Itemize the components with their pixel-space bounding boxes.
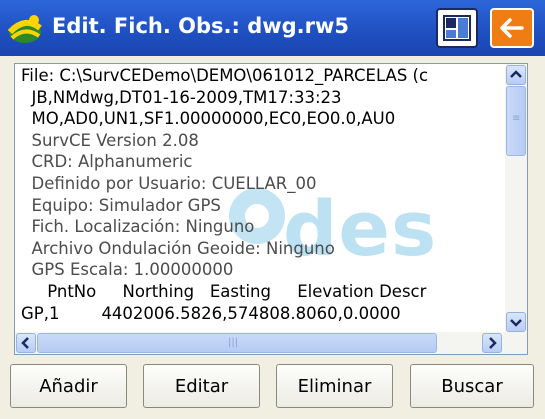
content-line: MO,AD0,UN1,SF1.00000000,EC0,EO0.0,AU0 bbox=[21, 109, 396, 129]
scroll-up-button[interactable] bbox=[506, 65, 526, 85]
view-toggle-button[interactable] bbox=[436, 8, 478, 48]
back-arrow-icon bbox=[500, 18, 524, 38]
content-line: Definido por Usuario: CUELLAR_00 bbox=[21, 174, 317, 193]
chevron-up-icon bbox=[510, 70, 522, 78]
content-line: GPS Escala: 1.00000000 bbox=[21, 260, 234, 280]
content-line: Equipo: Simulador GPS bbox=[21, 195, 221, 215]
content-line: Archivo Ondulación Geoide: Ninguno bbox=[21, 238, 335, 258]
scroll-right-button[interactable] bbox=[482, 333, 502, 353]
content-line: JB,NMdwg,DT01-16-2009,TM17:33:23 bbox=[21, 87, 342, 107]
vertical-scroll-thumb[interactable]: ≡ bbox=[506, 86, 526, 156]
edit-button[interactable]: Editar bbox=[143, 364, 260, 408]
horizontal-scroll-thumb[interactable]: ||| bbox=[37, 333, 437, 353]
action-button-row: Añadir Editar Eliminar Buscar bbox=[10, 364, 534, 408]
horizontal-scrollbar[interactable]: ||| bbox=[15, 332, 527, 354]
search-button[interactable]: Buscar bbox=[410, 364, 534, 408]
delete-button[interactable]: Eliminar bbox=[276, 364, 393, 408]
window-title: Edit. Fich. Obs.: dwg.rw5 bbox=[52, 14, 350, 38]
content-line: PntNo Northing Easting Elevation Descr bbox=[21, 282, 427, 301]
content-line: File: C:\SurvCEDemo\DEMO\061012_PARCELAS… bbox=[21, 66, 429, 85]
content-line: CRD: Alphanumeric bbox=[21, 152, 193, 172]
file-content-lines: File: C:\SurvCEDemo\DEMO\061012_PARCELAS… bbox=[15, 64, 505, 334]
vertical-scrollbar[interactable]: ≡ bbox=[505, 64, 527, 334]
title-bar: Edit. Fich. Obs.: dwg.rw5 bbox=[0, 0, 545, 56]
scroll-down-button[interactable] bbox=[506, 312, 526, 332]
add-button[interactable]: Añadir bbox=[10, 364, 127, 408]
chevron-down-icon bbox=[510, 319, 522, 327]
chevron-left-icon bbox=[21, 337, 29, 349]
carlson-logo-icon bbox=[7, 15, 42, 43]
back-button[interactable] bbox=[490, 8, 534, 48]
content-line: Fich. Localización: Ninguno bbox=[21, 217, 255, 237]
scroll-left-button[interactable] bbox=[16, 333, 36, 353]
view-toggle-icon bbox=[443, 15, 471, 41]
observation-file-textbox[interactable]: des File: C:\SurvCEDemo\DEMO\061012_PARC… bbox=[14, 63, 528, 355]
content-line: SurvCE Version 2.08 bbox=[21, 130, 199, 150]
content-line: GP,1 4402006.5826,574808.8060,0.0000 bbox=[21, 303, 401, 323]
chevron-right-icon bbox=[489, 337, 497, 349]
